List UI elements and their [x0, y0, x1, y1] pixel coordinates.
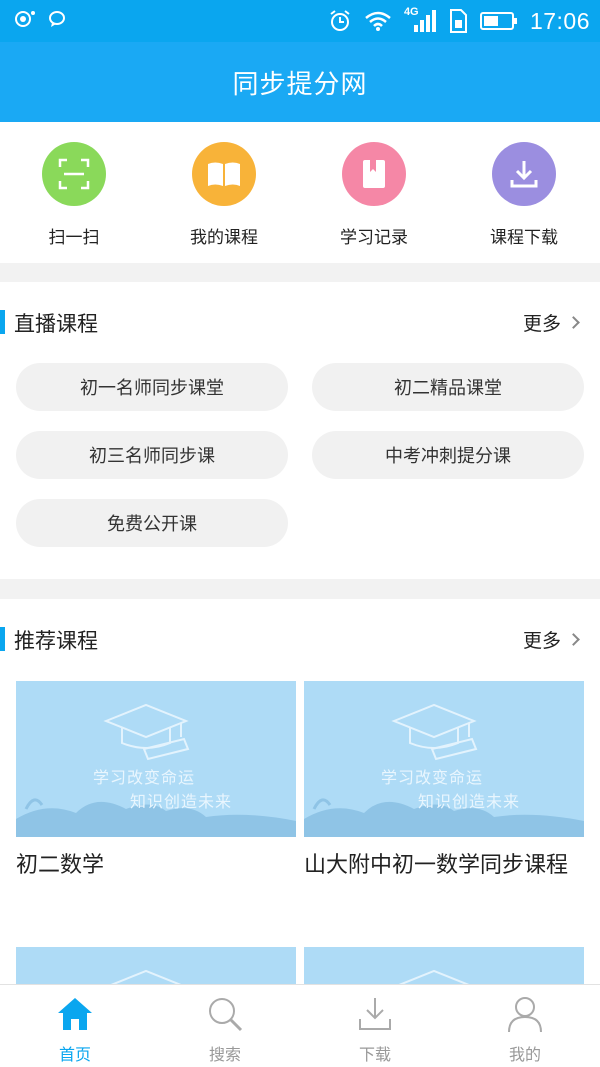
tab-profile[interactable]: 我的 [450, 993, 600, 1065]
user-icon [450, 993, 600, 1035]
tab-label: 下载 [358, 1045, 391, 1064]
section-accent-bar [0, 627, 5, 651]
thumbnail-slogan: 学习改变命运 [93, 768, 196, 787]
quick-action-my-courses[interactable]: 我的课程 [164, 142, 284, 248]
live-course-pill[interactable]: 初三名师同步课 [16, 431, 288, 479]
live-course-pill[interactable]: 初二精品课堂 [312, 363, 584, 411]
tab-label: 搜索 [208, 1045, 241, 1064]
course-title: 山大附中初一数学同步课程 [304, 853, 569, 878]
status-right: 4G 17:06 [328, 6, 590, 36]
signal-icon: 4G [404, 6, 436, 34]
section-accent-bar [0, 310, 5, 334]
message-icon [48, 10, 66, 28]
section-title: 直播课程 [14, 312, 98, 336]
chevron-right-icon [567, 316, 580, 329]
tab-home[interactable]: 首页 [0, 993, 150, 1065]
more-link[interactable]: 更多 [522, 626, 580, 653]
graduation-cap-icon [304, 703, 584, 837]
course-thumbnail [304, 947, 584, 984]
quick-action-label: 学习记录 [340, 228, 408, 248]
more-label: 更多 [522, 630, 561, 652]
battery-icon [479, 11, 518, 31]
course-card[interactable]: 学习改变命运 知识创造未来 山大附中初一数学同步课程 [304, 681, 584, 880]
quick-action-label: 扫一扫 [48, 228, 100, 248]
alarm-icon [328, 9, 352, 33]
home-icon [0, 993, 150, 1035]
sim-icon [448, 9, 468, 33]
thumbnail-slogan: 知识创造未来 [418, 792, 521, 811]
course-thumbnail: 学习改变命运 知识创造未来 [16, 681, 296, 837]
tab-label: 首页 [58, 1045, 91, 1064]
course-card-partial[interactable] [16, 947, 296, 984]
course-thumbnail [16, 947, 296, 984]
recommended-section: 推荐课程 更多 学习改变命运 知识创造未来 初二数学 学习改变命运 知识创造未来… [0, 599, 600, 984]
wifi-icon [364, 10, 392, 32]
quick-actions: 扫一扫 我的课程 学习记录 课程下载 [0, 122, 600, 263]
live-courses-section: 直播课程 更多 初一名师同步课堂 初二精品课堂 初三名师同步课 中考冲刺提分课 … [0, 282, 600, 579]
quick-action-scan[interactable]: 扫一扫 [14, 142, 134, 248]
quick-action-label: 我的课程 [190, 228, 258, 248]
live-course-pill[interactable]: 中考冲刺提分课 [312, 431, 584, 479]
quick-action-label: 课程下载 [490, 228, 558, 248]
tab-download[interactable]: 下载 [300, 993, 450, 1065]
book-icon [192, 142, 256, 206]
status-bar: 4G 17:06 [0, 0, 600, 42]
chevron-right-icon [567, 633, 580, 646]
status-left [14, 9, 66, 29]
bottom-tab-bar: 首页 搜索 下载 我的 [0, 984, 600, 1067]
download-icon [492, 142, 556, 206]
section-header: 推荐课程 更多 [0, 625, 600, 655]
hotspot-icon [14, 9, 36, 29]
tab-search[interactable]: 搜索 [150, 993, 300, 1065]
graduation-cap-icon [110, 969, 182, 984]
course-thumbnail: 学习改变命运 知识创造未来 [304, 681, 584, 837]
scan-icon [42, 142, 106, 206]
more-link[interactable]: 更多 [522, 309, 580, 336]
course-card[interactable]: 学习改变命运 知识创造未来 初二数学 [16, 681, 296, 880]
section-header: 直播课程 更多 [0, 308, 600, 338]
course-title: 初二数学 [16, 853, 105, 878]
thumbnail-slogan: 学习改变命运 [381, 768, 484, 787]
live-course-pill[interactable]: 免费公开课 [16, 499, 288, 547]
course-card-partial[interactable] [304, 947, 584, 984]
quick-action-download[interactable]: 课程下载 [464, 142, 584, 248]
tab-label: 我的 [508, 1045, 541, 1064]
search-icon [150, 993, 300, 1035]
download-icon [300, 993, 450, 1035]
quick-action-study-record[interactable]: 学习记录 [314, 142, 434, 248]
status-time: 17:06 [529, 7, 590, 34]
page-title: 同步提分网 [232, 69, 368, 100]
graduation-cap-icon [398, 969, 470, 984]
thumbnail-slogan: 知识创造未来 [130, 792, 233, 811]
more-label: 更多 [522, 313, 561, 335]
graduation-cap-icon [16, 703, 296, 837]
live-course-pill[interactable]: 初一名师同步课堂 [16, 363, 288, 411]
section-title: 推荐课程 [14, 629, 98, 653]
app-header: 同步提分网 [0, 42, 600, 122]
bookmark-icon [342, 142, 406, 206]
